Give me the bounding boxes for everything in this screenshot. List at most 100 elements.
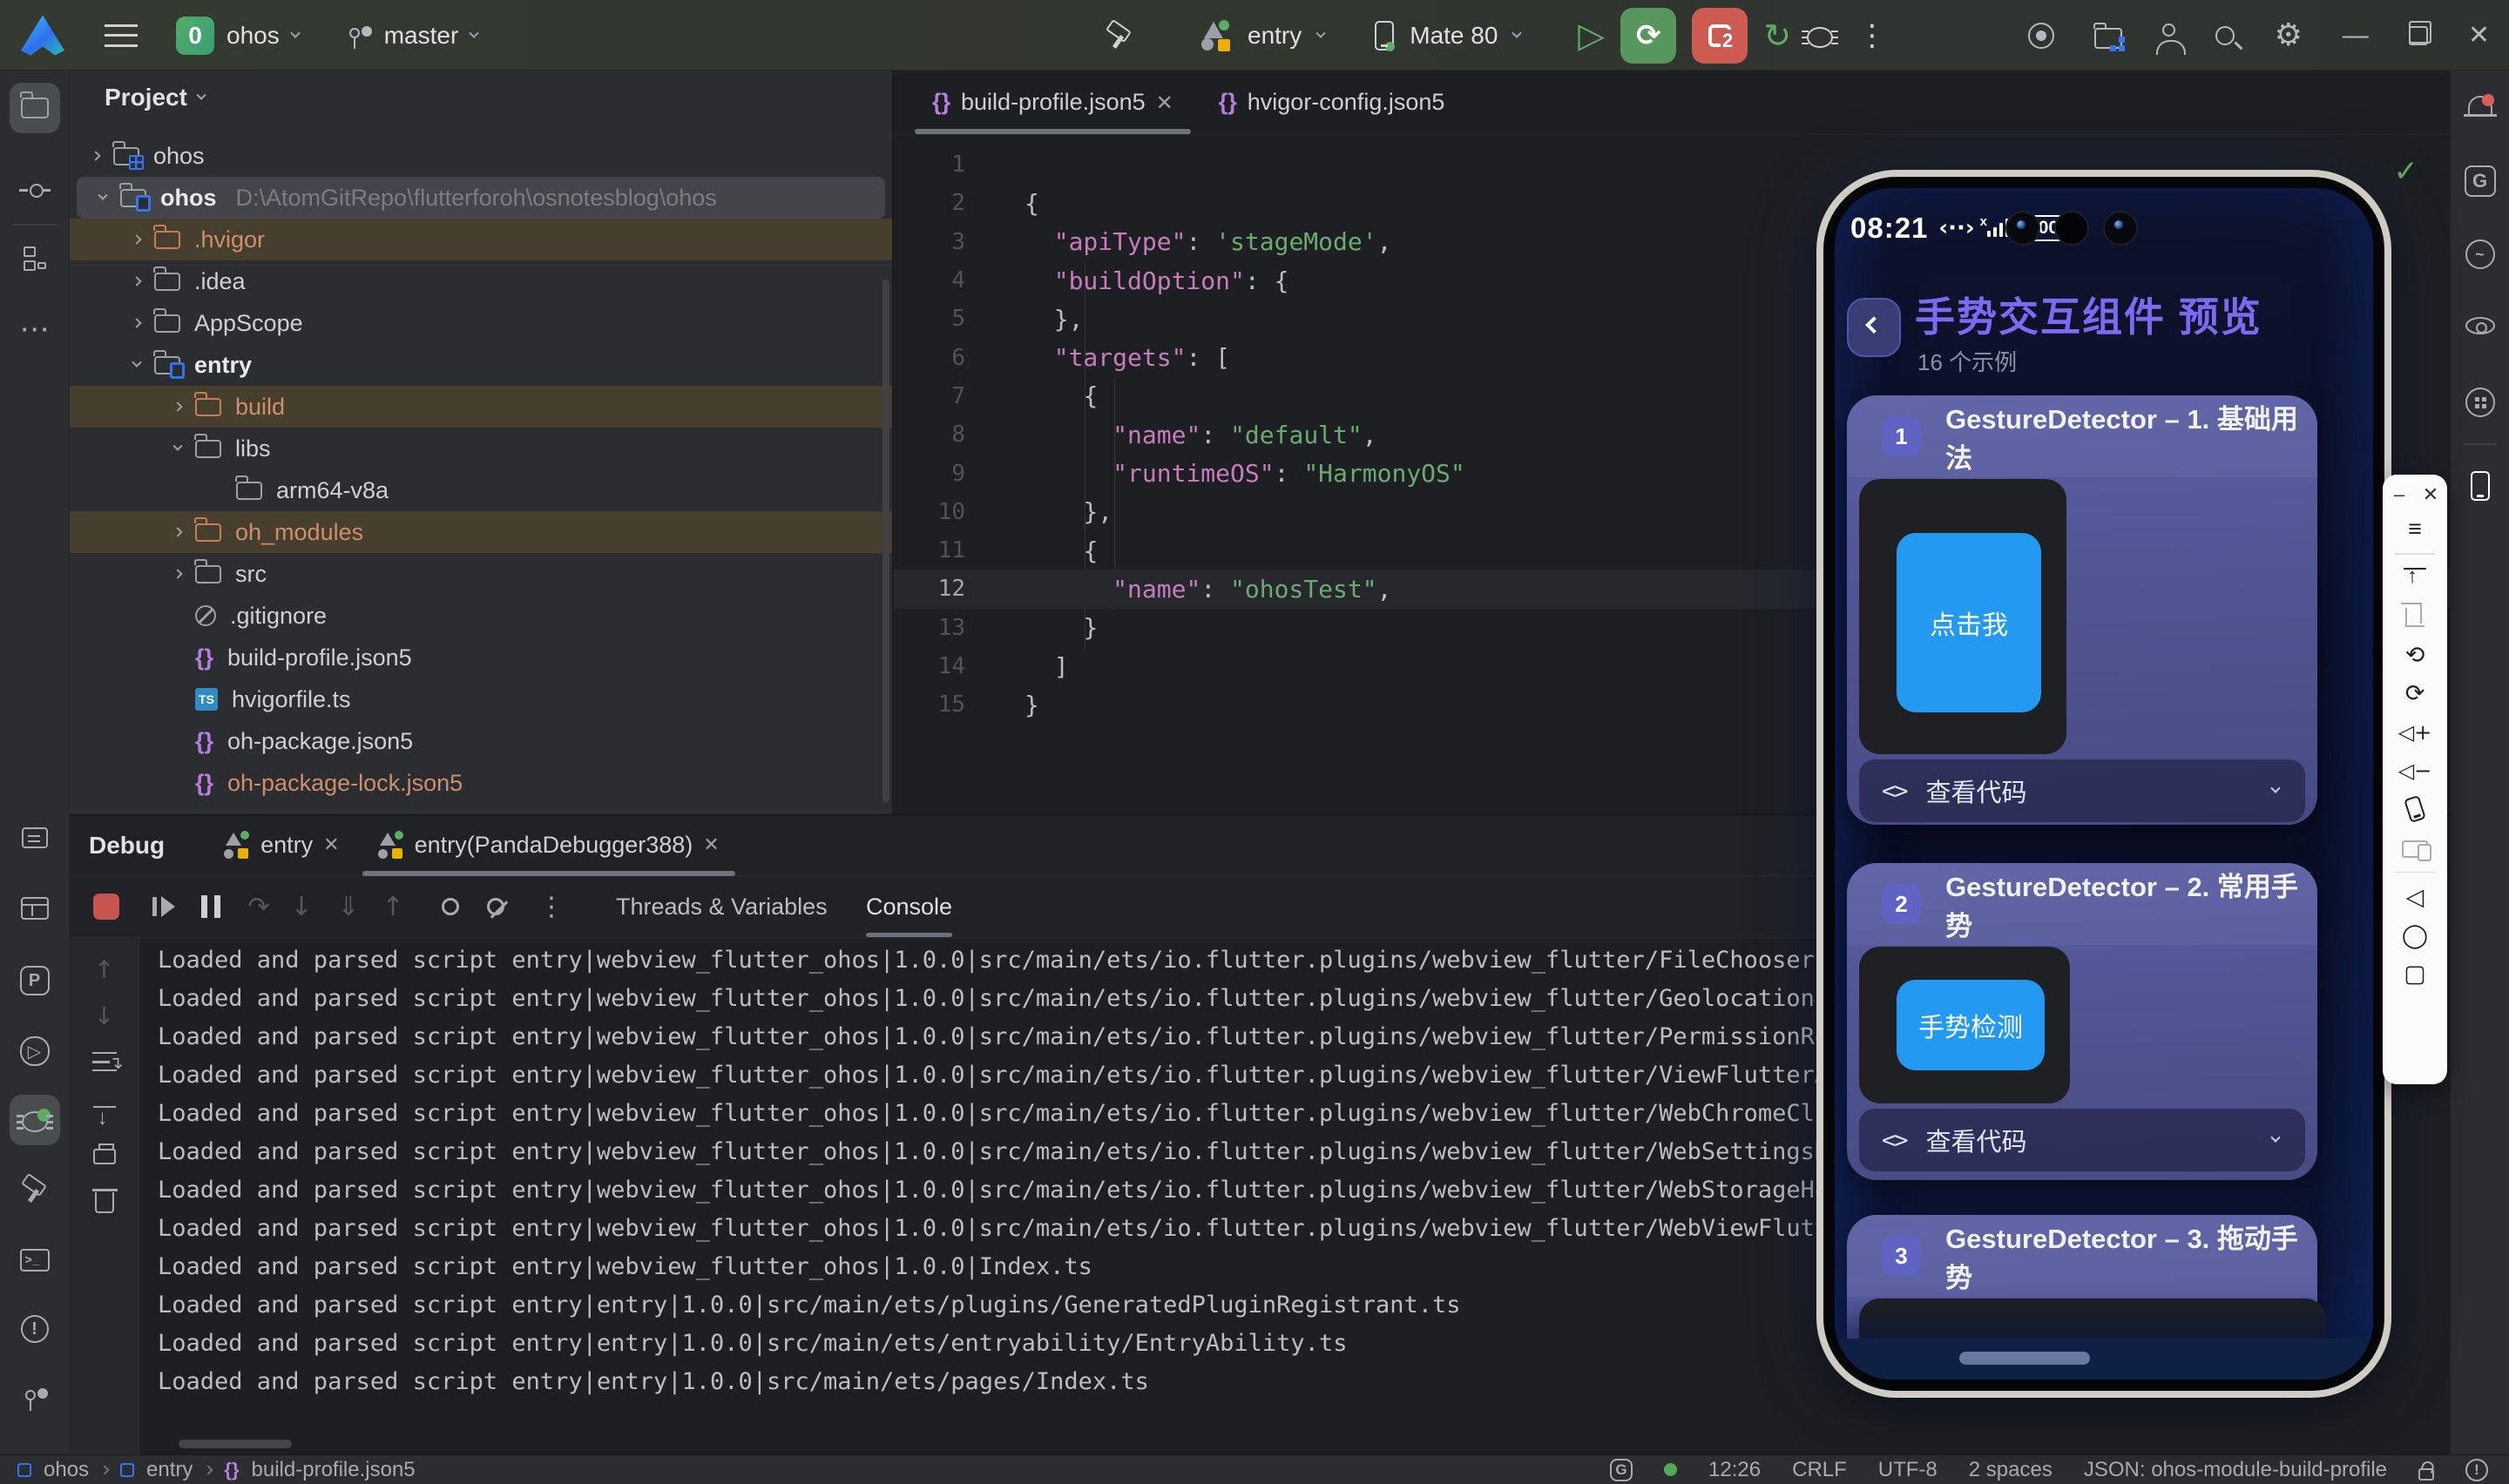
- tree-item-arm64-v8a[interactable]: arm64-v8a: [70, 469, 892, 511]
- breadcrumb-project[interactable]: ohos: [44, 1458, 89, 1482]
- sidebar-more-button[interactable]: ⋯: [10, 304, 60, 354]
- project-panel-header[interactable]: Project: [70, 71, 892, 125]
- device-selector[interactable]: Mate 80: [1410, 22, 1498, 50]
- window-restore-button[interactable]: [2409, 26, 2428, 45]
- sidebar-todo-button[interactable]: [10, 813, 60, 863]
- sidebar-structure-button[interactable]: [10, 234, 60, 285]
- notifications-button[interactable]: [2455, 81, 2506, 132]
- step-out-button[interactable]: ↑: [374, 887, 412, 926]
- demo-button[interactable]: 手势检测: [1897, 980, 2045, 1070]
- project-changes-badge[interactable]: 0: [176, 17, 214, 55]
- view-code-row[interactable]: <>查看代码: [1859, 1109, 2305, 1171]
- editor-tab-build-profile.json5[interactable]: {}build-profile.json5✕: [910, 71, 1196, 134]
- mirror-minimize-button[interactable]: –: [2390, 485, 2409, 504]
- codearts-button[interactable]: ~: [2455, 229, 2506, 280]
- rerun-button[interactable]: ↻: [1763, 17, 1791, 55]
- debug-tab-entry[interactable]: entry✕: [205, 815, 358, 875]
- mirror-shake-button[interactable]: [2396, 790, 2434, 828]
- console-horizontal-scrollbar[interactable]: [179, 1440, 292, 1448]
- encoding-widget[interactable]: UTF-8: [1878, 1458, 1938, 1482]
- window-close-button[interactable]: ✕: [2468, 20, 2490, 51]
- mirror-multi-device-button[interactable]: [2396, 828, 2434, 867]
- run-button[interactable]: ▷: [1578, 16, 1605, 56]
- mirror-volume-down-button[interactable]: ◁−: [2396, 752, 2434, 790]
- tree-item-.gitignore[interactable]: .gitignore: [70, 595, 892, 637]
- mirror-close-button[interactable]: ✕: [2421, 485, 2440, 504]
- sidebar-build-button[interactable]: [10, 1164, 60, 1215]
- branch-widget[interactable]: master: [384, 22, 459, 50]
- stop-button[interactable]: 2: [1692, 8, 1748, 64]
- mirror-rotate-left-button[interactable]: ⟲: [2396, 637, 2434, 675]
- clear-console-button[interactable]: [87, 1183, 122, 1218]
- tab-console[interactable]: Console: [866, 876, 952, 937]
- mirror-scroll-top-button[interactable]: [2396, 560, 2434, 598]
- tree-expand-icon[interactable]: [172, 569, 182, 578]
- sidebar-debug-button[interactable]: [10, 1095, 60, 1145]
- close-tab-icon[interactable]: ✕: [1156, 91, 1173, 115]
- sidebar-profiler-button[interactable]: P: [10, 955, 60, 1006]
- sidebar-terminal-button[interactable]: [10, 1235, 60, 1285]
- tree-item-build[interactable]: build: [70, 386, 892, 428]
- editor-tab-hvigor-config.json5[interactable]: {}hvigor-config.json5: [1196, 71, 1468, 134]
- force-step-into-button[interactable]: ⇓: [329, 887, 368, 926]
- debug-button[interactable]: [1807, 27, 1833, 48]
- tree-item-build-profile.json5[interactable]: {}build-profile.json5: [70, 637, 892, 678]
- tree-item-ohos[interactable]: ohosD:\AtomGitRepo\flutterforoh\osnotesb…: [77, 177, 885, 219]
- main-menu-icon[interactable]: [105, 24, 138, 47]
- codegenie-status-icon[interactable]: G: [1610, 1459, 1633, 1481]
- more-actions-kebab-icon[interactable]: ⋮: [1857, 18, 1887, 53]
- device-mirror-button[interactable]: [2455, 461, 2506, 511]
- codegenie-button[interactable]: G: [2455, 156, 2506, 206]
- demo-button[interactable]: 点击我: [1897, 533, 2041, 712]
- search-everywhere-icon[interactable]: [2215, 26, 2235, 45]
- tree-expand-icon[interactable]: [132, 358, 141, 368]
- scroll-to-end-button[interactable]: [87, 1090, 122, 1125]
- readonly-lock-icon[interactable]: [2418, 1468, 2434, 1481]
- settings-gear-icon[interactable]: ⚙: [2275, 17, 2303, 53]
- previewer-button[interactable]: [2455, 300, 2506, 351]
- pause-button[interactable]: [192, 887, 230, 926]
- resume-button[interactable]: [145, 887, 183, 926]
- breadcrumb-module[interactable]: entry: [146, 1458, 193, 1482]
- mirror-nav-recents-button[interactable]: ▢: [2396, 954, 2434, 993]
- tree-item-entry[interactable]: entry: [70, 344, 892, 386]
- notifications-status-icon[interactable]: !: [2465, 1459, 2488, 1481]
- tab-threads-variables[interactable]: Threads & Variables: [616, 876, 828, 937]
- device-hub-button[interactable]: [2455, 377, 2506, 428]
- sdk-manager-icon[interactable]: [2094, 28, 2122, 49]
- tree-item-oh-package-lock.json5[interactable]: {}oh-package-lock.json5: [70, 762, 892, 804]
- sidebar-project-button[interactable]: [10, 83, 60, 133]
- tree-expand-icon[interactable]: [172, 527, 182, 536]
- back-button[interactable]: [1847, 298, 1901, 357]
- mirror-nav-back-button[interactable]: ◁: [2396, 878, 2434, 916]
- mirror-menu-button[interactable]: ≡: [2396, 509, 2434, 548]
- scroll-down-button[interactable]: ↓: [87, 998, 122, 1033]
- step-into-button[interactable]: ↓: [282, 887, 321, 926]
- tree-item-.idea[interactable]: .idea: [70, 260, 892, 302]
- mirror-volume-up-button[interactable]: ◁+: [2396, 713, 2434, 752]
- step-over-button[interactable]: ↷: [240, 887, 278, 926]
- indent-widget[interactable]: 2 spaces: [1969, 1458, 2053, 1482]
- close-tab-icon[interactable]: ✕: [323, 834, 339, 856]
- project-scrollbar[interactable]: [883, 280, 889, 802]
- line-separator-widget[interactable]: CRLF: [1792, 1458, 1847, 1482]
- tree-expand-icon[interactable]: [172, 442, 182, 451]
- tree-expand-icon[interactable]: [132, 318, 141, 327]
- project-widget[interactable]: ohos: [227, 22, 280, 50]
- restart-app-button[interactable]: ⟳: [1620, 8, 1676, 64]
- file-schema-widget[interactable]: JSON: ohos-module-build-profile: [2084, 1458, 2387, 1482]
- sidebar-git-button[interactable]: [10, 1373, 60, 1423]
- view-breakpoints-button[interactable]: [431, 887, 470, 926]
- tree-item-oh-package.json5[interactable]: {}oh-package.json5: [70, 720, 892, 762]
- view-code-row[interactable]: <>查看代码: [1859, 759, 2305, 822]
- print-button[interactable]: [87, 1137, 122, 1171]
- debug-tab-entry(PandaDebugger388)[interactable]: entry(PandaDebugger388)✕: [359, 815, 739, 875]
- tree-item-.hvigor[interactable]: .hvigor: [70, 219, 892, 260]
- debug-more-kebab-icon[interactable]: ⋮: [532, 887, 571, 926]
- tree-item-AppScope[interactable]: AppScope: [70, 302, 892, 344]
- home-indicator[interactable]: [1959, 1352, 2090, 1365]
- build-hammer-icon[interactable]: [1105, 21, 1134, 51]
- tree-expand-icon[interactable]: [98, 191, 107, 200]
- tree-item-libs[interactable]: libs: [70, 428, 892, 469]
- mirror-nav-home-button[interactable]: ◯: [2396, 916, 2434, 954]
